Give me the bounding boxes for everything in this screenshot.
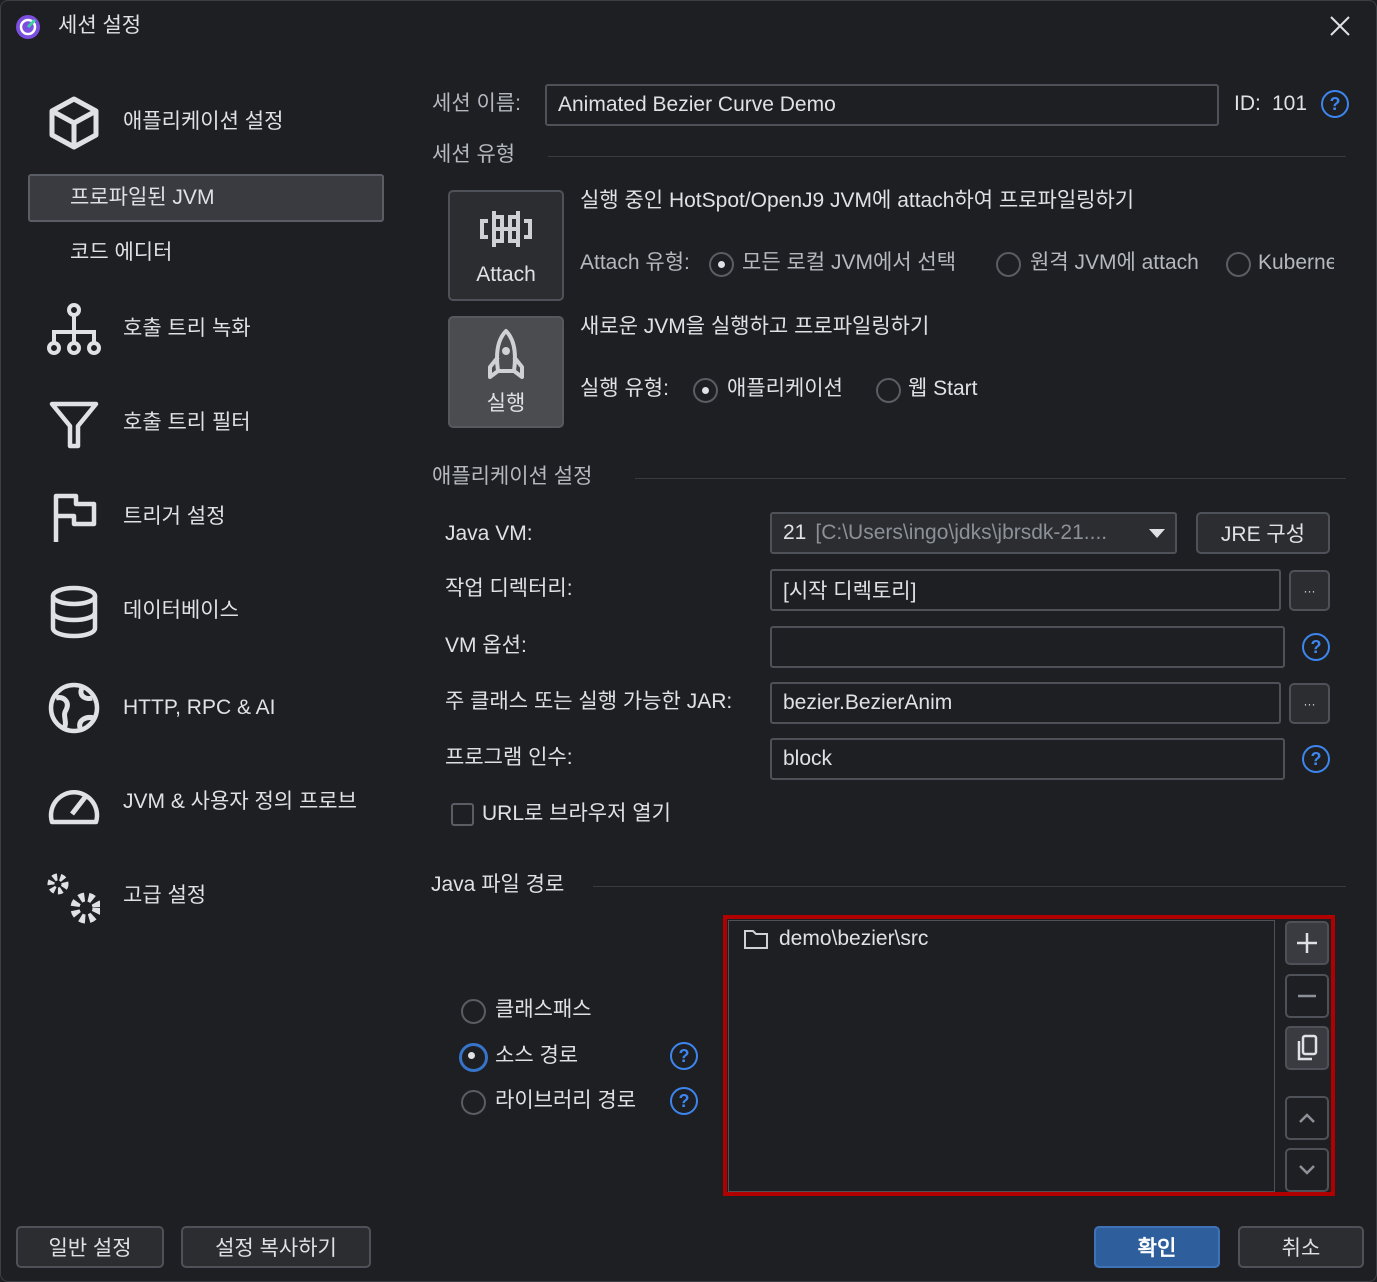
general-settings-button[interactable]: 일반 설정 <box>16 1226 164 1268</box>
attach-local-label: 모든 로컬 JVM에서 선택 <box>742 251 957 274</box>
launch-application-label: 애플리케이션 <box>727 377 843 400</box>
workdir-input[interactable]: [시작 디렉토리] <box>770 569 1281 611</box>
copy-button[interactable] <box>1285 1026 1329 1070</box>
attach-local-radio[interactable] <box>709 252 734 277</box>
help-icon[interactable]: ? <box>1321 90 1349 118</box>
sidebar-item-code-editor[interactable]: 코드 에디터 <box>70 240 172 266</box>
java-vm-dropdown[interactable]: 21 [C:\Users\ingo\jdks\jbrsdk-21.... <box>770 512 1177 554</box>
main-class-label: 주 클래스 또는 실행 가능한 JAR: <box>445 690 733 713</box>
ok-button[interactable]: 확인 <box>1094 1226 1220 1268</box>
chevron-down-icon <box>1149 529 1165 538</box>
attach-remote-radio[interactable] <box>996 252 1021 277</box>
filter-icon <box>49 401 99 449</box>
rocket-icon <box>488 329 524 379</box>
source-path-list[interactable]: demo\bezier\src <box>728 920 1275 1192</box>
vm-options-input[interactable] <box>770 626 1285 668</box>
divider <box>593 886 1346 887</box>
close-icon[interactable] <box>1329 15 1351 37</box>
sidebar-item-call-tree-filter[interactable]: 호출 트리 필터 <box>123 410 251 436</box>
session-name-label: 세션 이름: <box>432 92 521 115</box>
attach-description: 실행 중인 HotSpot/OpenJ9 JVM에 attach하여 프로파일링… <box>580 189 1135 212</box>
flag-icon <box>53 493 97 542</box>
sourcepath-radio[interactable] <box>459 1043 488 1072</box>
attach-button[interactable]: Attach <box>448 190 564 301</box>
launch-type-label: 실행 유형: <box>580 377 669 400</box>
help-icon[interactable]: ? <box>670 1087 698 1115</box>
plug-icon <box>480 210 532 247</box>
classpath-radio[interactable] <box>461 999 486 1024</box>
attach-kubernetes-label: Kuberne <box>1258 251 1334 274</box>
help-icon[interactable]: ? <box>1302 745 1330 773</box>
session-name-input[interactable]: Animated Bezier Curve Demo <box>545 84 1219 126</box>
copy-settings-button[interactable]: 설정 복사하기 <box>181 1226 371 1268</box>
sidebar-item-application-settings[interactable]: 애플리케이션 설정 <box>123 109 283 135</box>
session-type-header: 세션 유형 <box>432 143 516 166</box>
window-title: 세션 설정 <box>58 14 142 37</box>
plus-icon <box>1297 933 1317 953</box>
librarypath-label: 라이브러리 경로 <box>495 1089 637 1112</box>
sidebar-item-call-tree-recording[interactable]: 호출 트리 녹화 <box>123 316 251 342</box>
open-browser-checkbox[interactable] <box>451 803 474 826</box>
launch-webstart-radio[interactable] <box>876 378 901 403</box>
attach-type-label: Attach 유형: <box>580 251 690 274</box>
browse-workdir-button[interactable]: ··· <box>1289 570 1330 611</box>
main-class-input[interactable]: bezier.BezierAnim <box>770 682 1281 724</box>
sidebar-item-label: 프로파일된 JVM <box>70 186 215 209</box>
app-settings-header: 애플리케이션 설정 <box>432 465 593 488</box>
sidebar-item-databases[interactable]: 데이터베이스 <box>123 598 239 624</box>
attach-button-label: Attach <box>476 262 536 286</box>
add-button[interactable] <box>1285 921 1329 965</box>
folder-icon <box>744 930 768 949</box>
minus-icon <box>1298 994 1316 998</box>
librarypath-radio[interactable] <box>461 1090 486 1115</box>
cube-icon <box>49 96 99 150</box>
chevron-down-icon <box>1299 1165 1315 1175</box>
java-vm-path: [C:\Users\ingo\jdks\jbrsdk-21.... <box>815 521 1108 544</box>
database-icon <box>50 585 98 639</box>
cancel-button[interactable]: 취소 <box>1238 1226 1364 1268</box>
vm-options-label: VM 옵션: <box>445 634 527 657</box>
attach-remote-label: 원격 JVM에 attach <box>1030 251 1199 274</box>
list-item-label: demo\bezier\src <box>779 927 929 950</box>
globe-icon <box>48 682 100 734</box>
list-item[interactable]: demo\bezier\src <box>729 921 1274 957</box>
sidebar-item-http-rpc-ai[interactable]: HTTP, RPC & AI <box>123 695 276 721</box>
gauge-icon <box>48 790 100 825</box>
program-args-label: 프로그램 인수: <box>445 746 573 769</box>
launch-application-radio[interactable] <box>693 378 718 403</box>
attach-kubernetes-radio[interactable] <box>1226 252 1251 277</box>
sourcepath-label: 소스 경로 <box>495 1044 579 1067</box>
move-down-button[interactable] <box>1285 1148 1329 1192</box>
help-icon[interactable]: ? <box>1302 633 1330 661</box>
session-id-label: ID: <box>1234 92 1261 115</box>
gears-icon <box>47 873 100 924</box>
program-args-input[interactable]: block <box>770 738 1285 780</box>
configure-jre-button[interactable]: JRE 구성 <box>1196 512 1330 554</box>
launch-button-label: 실행 <box>486 392 526 415</box>
launch-webstart-label: 웹 Start <box>908 377 978 400</box>
divider <box>548 156 1346 157</box>
java-vm-label: Java VM: <box>445 522 533 545</box>
sidebar-item-triggers[interactable]: 트리거 설정 <box>123 504 225 530</box>
chevron-up-icon <box>1299 1113 1315 1123</box>
help-icon[interactable]: ? <box>670 1042 698 1070</box>
java-paths-header: Java 파일 경로 <box>431 873 565 896</box>
session-id-value: 101 <box>1272 92 1308 115</box>
tree-icon <box>47 303 101 355</box>
open-browser-label: URL로 브라우저 열기 <box>482 802 671 825</box>
launch-button[interactable]: 실행 <box>448 316 564 428</box>
browse-main-class-button[interactable]: ··· <box>1289 683 1330 724</box>
move-up-button[interactable] <box>1285 1096 1329 1140</box>
copy-icon <box>1297 1034 1318 1061</box>
sidebar-item-advanced[interactable]: 고급 설정 <box>123 883 206 909</box>
divider <box>635 478 1346 479</box>
sidebar-item-jvm-probes[interactable]: JVM & 사용자 정의 프로브 <box>123 789 357 815</box>
launch-description: 새로운 JVM을 실행하고 프로파일링하기 <box>580 315 930 338</box>
remove-button[interactable] <box>1285 974 1329 1018</box>
app-logo-icon <box>16 15 40 39</box>
java-vm-version: 21 <box>783 521 807 544</box>
workdir-label: 작업 디렉터리: <box>445 577 573 600</box>
classpath-label: 클래스패스 <box>495 998 592 1021</box>
